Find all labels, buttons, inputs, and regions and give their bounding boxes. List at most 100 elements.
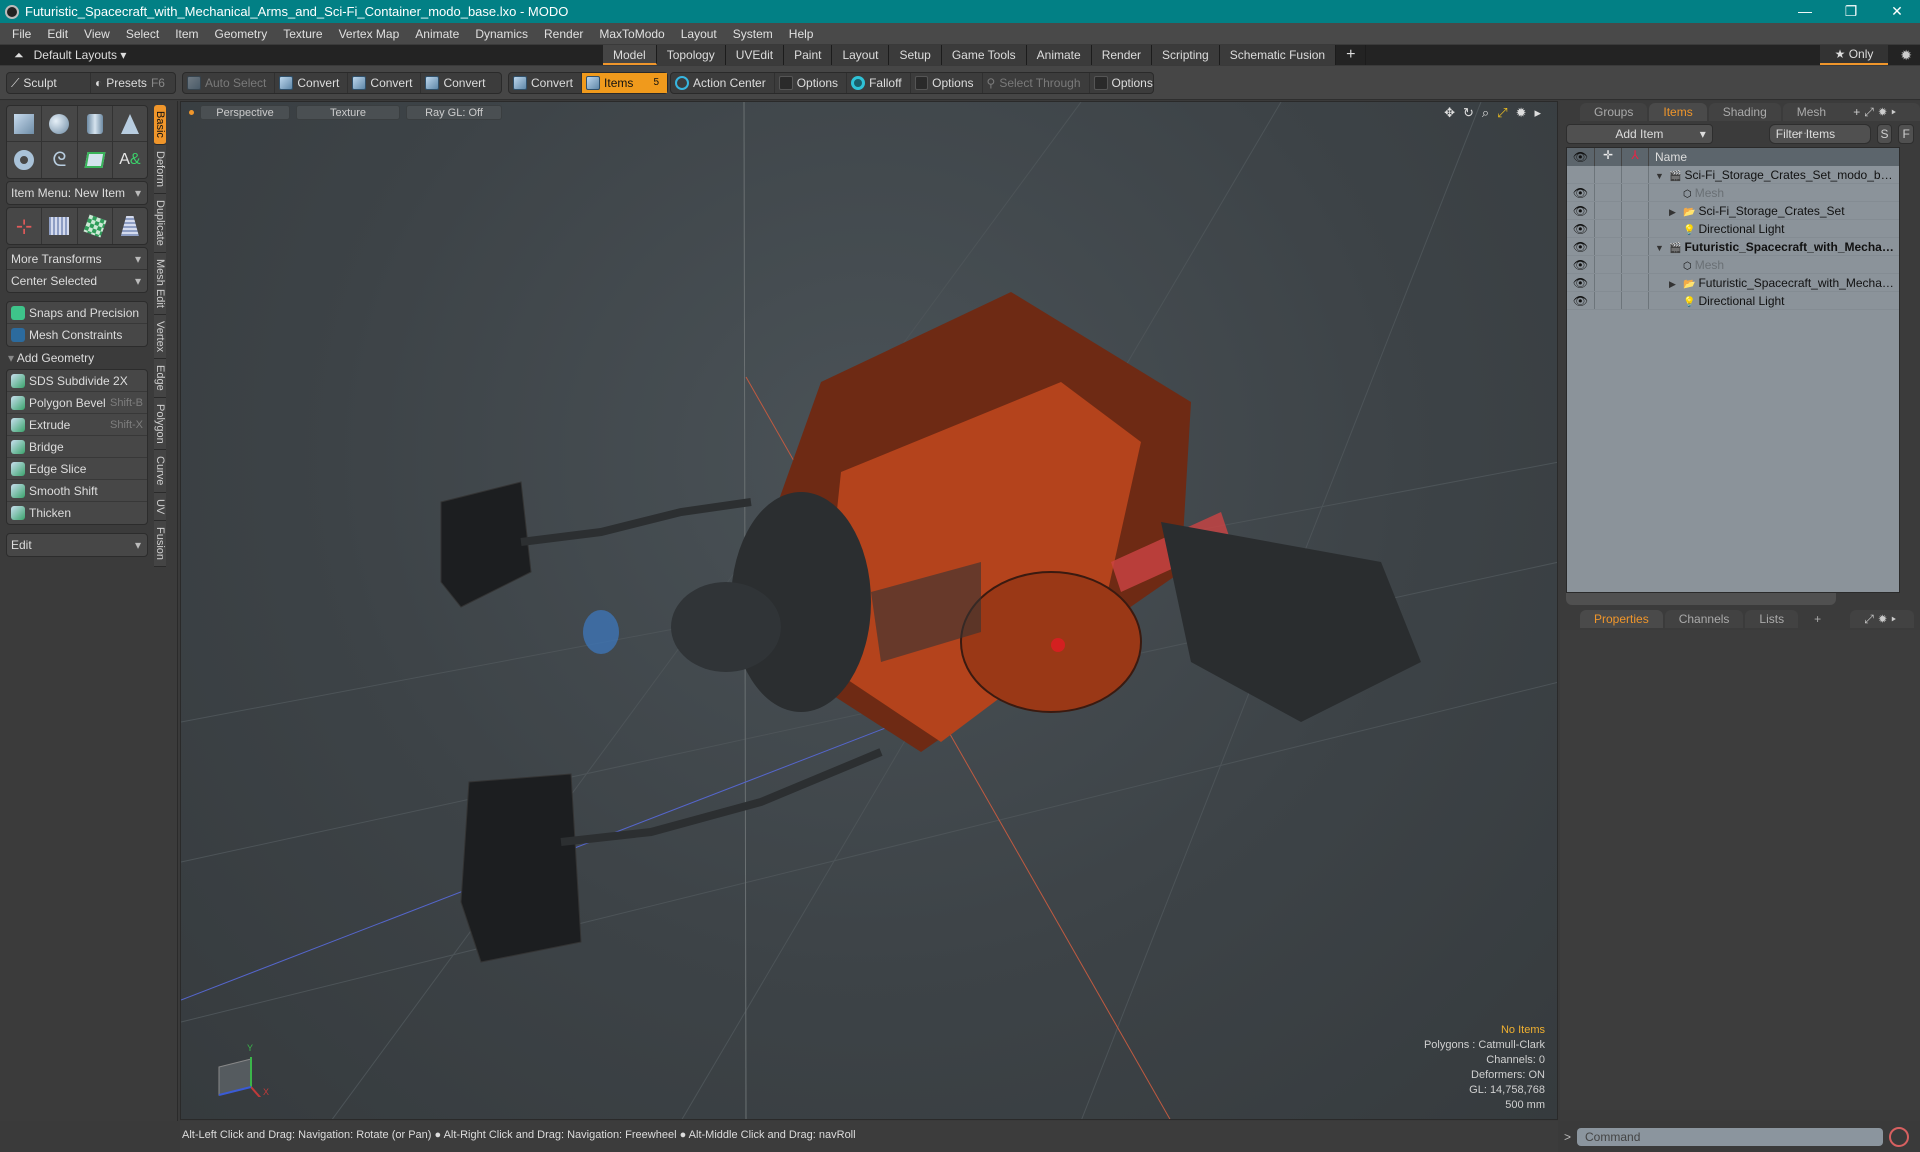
text-primitive-icon[interactable]: A & bbox=[113, 142, 147, 178]
convert-polygons-button[interactable]: Convert bbox=[421, 73, 493, 93]
item-row[interactable]: 👁 💡 Directional Light bbox=[1567, 292, 1899, 310]
tool-polygon-bevel[interactable]: Polygon Bevel Shift-B bbox=[7, 392, 147, 414]
expand-toggle-icon[interactable]: ▼ bbox=[1655, 171, 1669, 181]
visibility-eye-icon[interactable]: 👁 bbox=[1567, 292, 1595, 309]
vtab-curve[interactable]: Curve bbox=[154, 450, 166, 493]
more-transforms-dropdown[interactable]: More Transforms bbox=[7, 248, 147, 270]
vtab-mesh-edit[interactable]: Mesh Edit bbox=[154, 252, 166, 315]
maximize-viewport-icon[interactable]: ⤢ bbox=[1497, 105, 1507, 121]
expand-toggle-icon[interactable]: ▶ bbox=[1669, 279, 1683, 290]
vtab-vertex[interactable]: Vertex bbox=[154, 314, 166, 359]
select-through-options-button[interactable]: Options bbox=[1090, 73, 1161, 93]
falloff-button[interactable]: Falloff bbox=[847, 73, 911, 93]
visibility-eye-icon[interactable]: 👁 bbox=[1567, 256, 1595, 273]
tool-bridge[interactable]: Bridge bbox=[7, 436, 147, 458]
tab-lists[interactable]: Lists bbox=[1745, 610, 1799, 628]
menu-help[interactable]: Help bbox=[781, 27, 822, 41]
menu-view[interactable]: View bbox=[76, 27, 118, 41]
checker-deform-icon[interactable] bbox=[78, 208, 113, 244]
tab-shading[interactable]: Shading bbox=[1708, 103, 1781, 121]
action-center-options-button[interactable]: Options bbox=[775, 73, 848, 93]
sculpt-button[interactable]: ⟋ Sculpt bbox=[7, 73, 91, 93]
search-s-button[interactable]: S bbox=[1876, 124, 1893, 144]
center-selected-dropdown[interactable]: Center Selected bbox=[7, 270, 147, 292]
menu-maxtomodo[interactable]: MaxToModo bbox=[591, 27, 672, 41]
default-layouts-dropdown[interactable]: Default Layouts ▾ bbox=[34, 48, 127, 62]
menu-geometry[interactable]: Geometry bbox=[207, 27, 276, 41]
visibility-column-eye-icon[interactable]: 👁 bbox=[1567, 148, 1595, 166]
collapse-icon[interactable]: ⏶ bbox=[14, 48, 24, 63]
transform-gizmo-icon[interactable]: ⊹ bbox=[7, 208, 43, 244]
tab-properties[interactable]: Properties bbox=[1580, 610, 1663, 628]
action-center-button[interactable]: Action Center bbox=[671, 73, 775, 93]
visibility-eye-icon[interactable]: 👁 bbox=[1567, 220, 1595, 237]
layout-tab-game-tools[interactable]: Game Tools bbox=[941, 45, 1027, 65]
texture-shading-button[interactable]: Texture bbox=[296, 104, 400, 120]
taper-icon[interactable] bbox=[113, 208, 147, 244]
convert-vertices-button[interactable]: Convert bbox=[275, 73, 349, 93]
layout-tab-layout[interactable]: Layout bbox=[832, 45, 890, 65]
layout-tab-paint[interactable]: Paint bbox=[784, 45, 833, 65]
menu-dynamics[interactable]: Dynamics bbox=[467, 27, 536, 41]
menu-file[interactable]: File bbox=[4, 27, 39, 41]
expand-toggle-icon[interactable]: ▼ bbox=[1655, 243, 1669, 253]
menu-item[interactable]: Item bbox=[167, 27, 206, 41]
menu-system[interactable]: System bbox=[725, 27, 781, 41]
menu-select[interactable]: Select bbox=[118, 27, 167, 41]
item-row[interactable]: ▼ 🎬 Sci-Fi_Storage_Crates_Set_modo_base.lx… bbox=[1567, 166, 1899, 184]
expand-arrow-icon[interactable]: ▸ bbox=[1534, 105, 1541, 121]
name-column-header[interactable]: Name bbox=[1649, 148, 1899, 166]
menu-edit[interactable]: Edit bbox=[39, 27, 76, 41]
presets-button[interactable]: ◐ Presets F6 bbox=[91, 73, 173, 93]
item-row[interactable]: 👁 💡 Directional Light bbox=[1567, 220, 1899, 238]
add-item-button[interactable]: Add Item ▾ bbox=[1566, 124, 1713, 144]
add-geometry-header[interactable]: ▾ Add Geometry bbox=[8, 351, 94, 365]
capsule-tube-icon[interactable]: ᘓ bbox=[42, 142, 78, 178]
menu-texture[interactable]: Texture bbox=[275, 27, 330, 41]
tab-groups[interactable]: Groups bbox=[1580, 103, 1648, 121]
tool-sds-subdivide-2x[interactable]: SDS Subdivide 2X bbox=[7, 370, 147, 392]
vtab-deform[interactable]: Deform bbox=[154, 144, 166, 194]
add-layout-tab-button[interactable]: + bbox=[1336, 45, 1367, 65]
tool-edge-slice[interactable]: Edge Slice bbox=[7, 458, 147, 480]
gear-icon[interactable]: ✹ bbox=[1900, 47, 1912, 64]
layout-tab-topology[interactable]: Topology bbox=[656, 45, 726, 65]
tool-thicken[interactable]: Thicken bbox=[7, 502, 147, 524]
rotate-icon[interactable]: ↻ bbox=[1463, 105, 1474, 121]
layout-tab-setup[interactable]: Setup bbox=[889, 45, 942, 65]
menu-animate[interactable]: Animate bbox=[407, 27, 467, 41]
menu-render[interactable]: Render bbox=[536, 27, 591, 41]
edit-dropdown[interactable]: Edit bbox=[7, 534, 147, 556]
layout-tab-render[interactable]: Render bbox=[1091, 45, 1153, 65]
horizontal-scrollbar[interactable] bbox=[1566, 593, 1836, 605]
item-row[interactable]: 👁 ⬡ Mesh bbox=[1567, 256, 1899, 274]
command-input[interactable]: Command bbox=[1577, 1127, 1884, 1146]
record-macro-icon[interactable] bbox=[1889, 1126, 1910, 1147]
select-through-button[interactable]: ⚲ Select Through bbox=[983, 73, 1090, 93]
chevron-down-icon[interactable]: ▾ bbox=[1700, 125, 1706, 143]
filter-f-button[interactable]: F bbox=[1898, 124, 1914, 144]
item-row[interactable]: 👁 ▼ 🎬 Futuristic_Spacecraft_with_Mechani... bbox=[1567, 238, 1899, 256]
spacecraft-model[interactable] bbox=[440, 292, 1421, 963]
expand-toggle-icon[interactable]: ▶ bbox=[1669, 207, 1683, 218]
layout-tab-model[interactable]: Model bbox=[603, 45, 657, 65]
vtab-fusion[interactable]: Fusion bbox=[154, 521, 166, 568]
visibility-eye-icon[interactable]: 👁 bbox=[1567, 184, 1595, 201]
cylinder-primitive-icon[interactable] bbox=[78, 106, 113, 141]
minimize-button[interactable]: — bbox=[1782, 0, 1828, 23]
panel-controls-icons[interactable]: +⤢✹▸ bbox=[1839, 103, 1914, 121]
cube-primitive-icon[interactable] bbox=[7, 106, 43, 141]
item-row[interactable]: 👁 ⬡ Mesh bbox=[1567, 184, 1899, 202]
vtab-duplicate[interactable]: Duplicate bbox=[154, 193, 166, 253]
axis-column-icon[interactable]: ⅄ bbox=[1622, 148, 1649, 166]
vtab-edge[interactable]: Edge bbox=[154, 358, 166, 398]
maximize-button[interactable]: ❐ bbox=[1828, 0, 1874, 23]
item-row[interactable]: 👁 ▶ 📂 Sci-Fi_Storage_Crates_Set bbox=[1567, 202, 1899, 220]
menu-vertex-map[interactable]: Vertex Map bbox=[331, 27, 408, 41]
sphere-primitive-icon[interactable] bbox=[42, 106, 78, 141]
torus-primitive-icon[interactable] bbox=[7, 142, 43, 178]
layout-tab-schematic-fusion[interactable]: Schematic Fusion bbox=[1219, 45, 1337, 65]
visibility-eye-icon[interactable]: 👁 bbox=[1567, 274, 1595, 291]
perspective-view-button[interactable]: Perspective bbox=[200, 104, 290, 120]
items-mode-button[interactable]: Items 5 bbox=[582, 73, 667, 93]
